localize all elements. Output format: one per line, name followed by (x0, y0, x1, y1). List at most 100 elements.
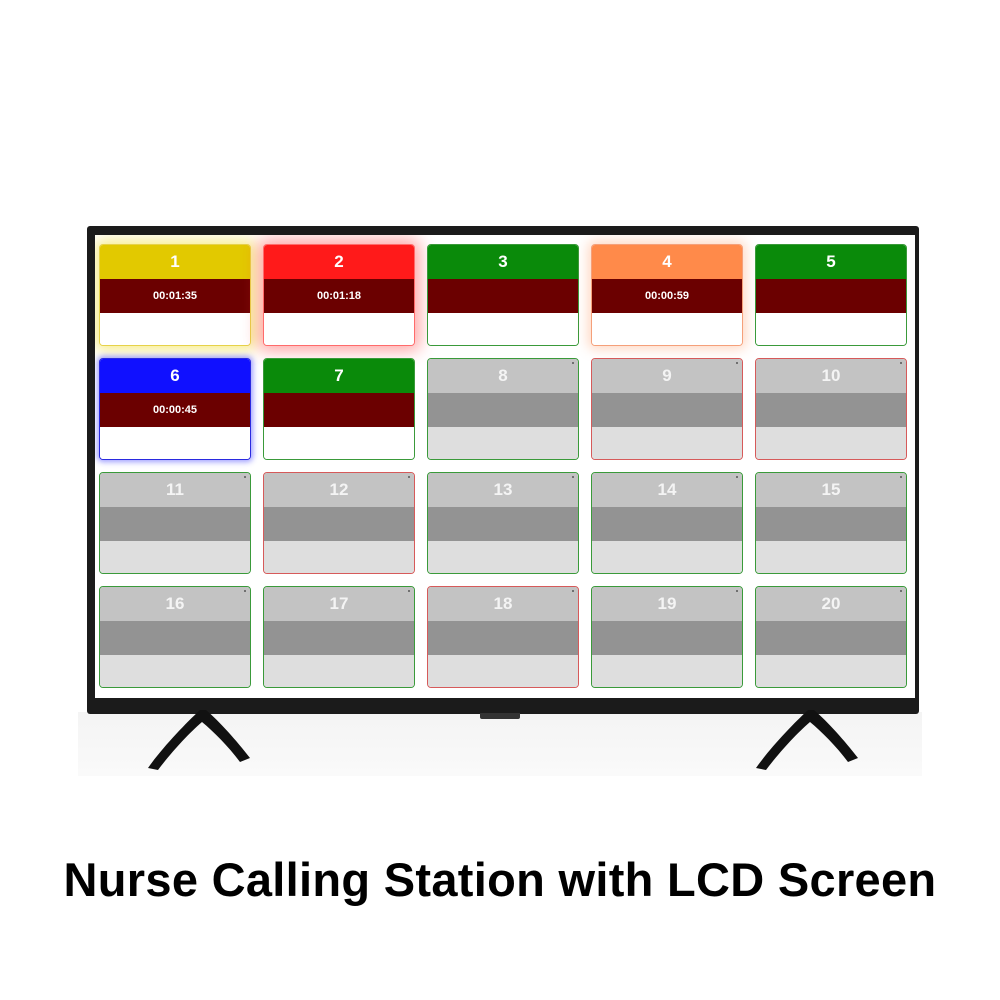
bed-tile-2[interactable]: 2 00:01:18 (263, 244, 415, 346)
bed-tile-12[interactable]: 12 (263, 472, 415, 574)
bed-status-area (756, 313, 906, 345)
bed-number: 13 (428, 473, 578, 507)
bed-tile-19[interactable]: 19 (591, 586, 743, 688)
bed-status-area (592, 427, 742, 459)
bed-tile-7[interactable]: 7 (263, 358, 415, 460)
status-dot-icon (572, 590, 574, 592)
bed-tile-16[interactable]: 16 (99, 586, 251, 688)
bed-timer (428, 279, 578, 313)
bed-tile-3[interactable]: 3 (427, 244, 579, 346)
bed-tile-8[interactable]: 8 (427, 358, 579, 460)
bed-status-area (428, 313, 578, 345)
status-dot-icon (736, 590, 738, 592)
status-dot-icon (244, 476, 246, 478)
bed-number: 19 (592, 587, 742, 621)
bed-number: 15 (756, 473, 906, 507)
bed-status-area (100, 655, 250, 687)
bed-number: 5 (756, 245, 906, 279)
bed-timer (592, 621, 742, 655)
bed-timer (592, 507, 742, 541)
status-dot-icon (408, 590, 410, 592)
bed-timer (264, 393, 414, 427)
bed-number: 3 (428, 245, 578, 279)
status-dot-icon (572, 476, 574, 478)
tv-stand-right (756, 710, 858, 770)
bed-timer (100, 507, 250, 541)
bed-timer (756, 279, 906, 313)
bed-number: 10 (756, 359, 906, 393)
bed-number: 14 (592, 473, 742, 507)
bed-status-area (264, 427, 414, 459)
status-dot-icon (408, 476, 410, 478)
bed-tile-20[interactable]: 20 (755, 586, 907, 688)
bed-number: 12 (264, 473, 414, 507)
bed-status-area (592, 313, 742, 345)
bed-timer (428, 393, 578, 427)
status-dot-icon (244, 590, 246, 592)
bed-number: 8 (428, 359, 578, 393)
bed-number: 16 (100, 587, 250, 621)
bed-number: 4 (592, 245, 742, 279)
bed-status-area (100, 541, 250, 573)
status-dot-icon (736, 476, 738, 478)
bed-timer: 00:00:59 (592, 279, 742, 313)
bed-status-area (264, 313, 414, 345)
bed-status-area (592, 655, 742, 687)
bed-number: 6 (100, 359, 250, 393)
bed-status-area (100, 427, 250, 459)
bed-status-area (428, 655, 578, 687)
bed-number: 20 (756, 587, 906, 621)
bed-tile-15[interactable]: 15 (755, 472, 907, 574)
bed-timer (264, 507, 414, 541)
bed-status-area (264, 541, 414, 573)
bed-timer (756, 393, 906, 427)
bed-tile-1[interactable]: 1 00:01:35 (99, 244, 251, 346)
bed-number: 9 (592, 359, 742, 393)
bed-status-area (428, 427, 578, 459)
bed-tile-11[interactable]: 11 (99, 472, 251, 574)
bed-tile-17[interactable]: 17 (263, 586, 415, 688)
bed-tile-4[interactable]: 4 00:00:59 (591, 244, 743, 346)
bed-grid: 1 00:01:35 2 00:01:18 3 4 00:00:59 5 6 0… (99, 244, 911, 692)
bed-timer (592, 393, 742, 427)
bed-timer: 00:01:18 (264, 279, 414, 313)
bed-number: 1 (100, 245, 250, 279)
bed-number: 2 (264, 245, 414, 279)
status-dot-icon (900, 590, 902, 592)
bed-timer (428, 621, 578, 655)
bed-tile-18[interactable]: 18 (427, 586, 579, 688)
bed-status-area (756, 427, 906, 459)
bed-timer (756, 621, 906, 655)
status-dot-icon (736, 362, 738, 364)
bed-tile-9[interactable]: 9 (591, 358, 743, 460)
bed-status-area (756, 541, 906, 573)
bed-status-area (264, 655, 414, 687)
status-dot-icon (900, 362, 902, 364)
bed-timer (264, 621, 414, 655)
bed-tile-6[interactable]: 6 00:00:45 (99, 358, 251, 460)
bed-number: 11 (100, 473, 250, 507)
tv-logo (480, 713, 520, 719)
caption-title: Nurse Calling Station with LCD Screen (63, 853, 937, 906)
bed-number: 7 (264, 359, 414, 393)
bed-tile-5[interactable]: 5 (755, 244, 907, 346)
tv-stand-left (148, 710, 250, 770)
bed-number: 18 (428, 587, 578, 621)
bed-number: 17 (264, 587, 414, 621)
bed-status-area (756, 655, 906, 687)
bed-timer: 00:00:45 (100, 393, 250, 427)
bed-timer: 00:01:35 (100, 279, 250, 313)
bed-timer (756, 507, 906, 541)
bed-tile-14[interactable]: 14 (591, 472, 743, 574)
bed-tile-10[interactable]: 10 (755, 358, 907, 460)
bed-tile-13[interactable]: 13 (427, 472, 579, 574)
product-image: 1 00:01:35 2 00:01:18 3 4 00:00:59 5 6 0… (0, 0, 1000, 1000)
status-dot-icon (572, 362, 574, 364)
bed-status-area (592, 541, 742, 573)
bed-timer (428, 507, 578, 541)
status-dot-icon (900, 476, 902, 478)
bed-status-area (100, 313, 250, 345)
tv-screen: 1 00:01:35 2 00:01:18 3 4 00:00:59 5 6 0… (95, 235, 915, 698)
bed-timer (100, 621, 250, 655)
bed-status-area (428, 541, 578, 573)
